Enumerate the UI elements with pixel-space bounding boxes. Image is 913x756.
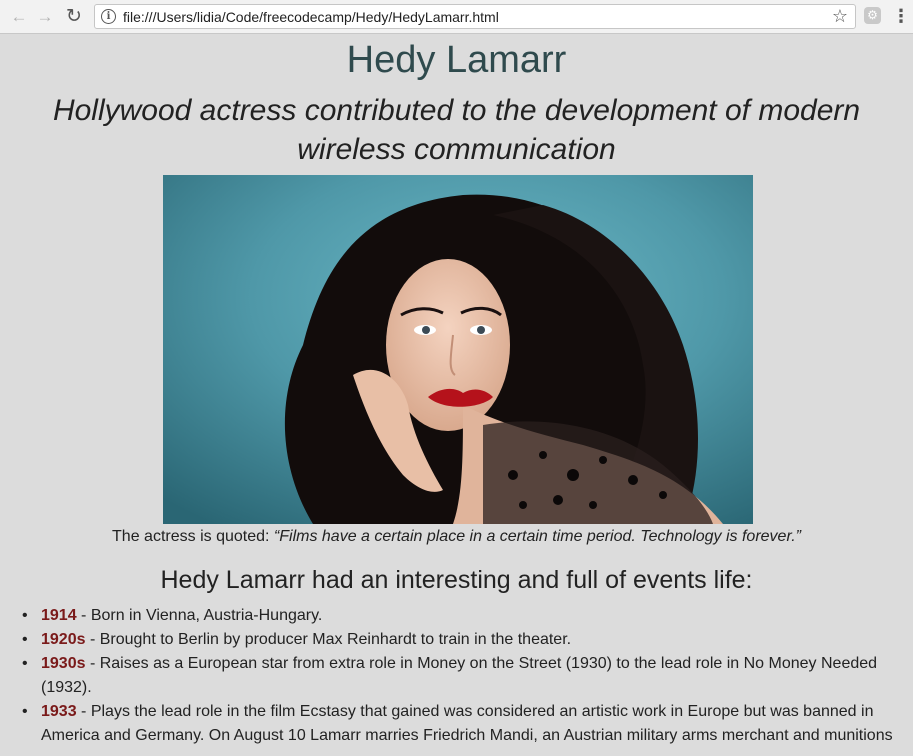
- timeline-year: 1914: [41, 607, 77, 624]
- caption-quote: “Films have a certain place in a certain…: [273, 528, 801, 545]
- hedy-lamarr-portrait: [163, 175, 753, 524]
- timeline-list: 1914 - Born in Vienna, Austria-Hungary. …: [0, 604, 913, 748]
- timeline-year: 1933: [41, 703, 77, 720]
- info-icon[interactable]: i: [101, 9, 116, 24]
- timeline-year: 1920s: [41, 631, 86, 648]
- timeline-text: - Brought to Berlin by producer Max Rein…: [85, 631, 572, 648]
- timeline-text: - Plays the lead role in the film Ecstas…: [41, 703, 893, 744]
- address-bar[interactable]: i file:///Users/lidia/Code/freecodecamp/…: [94, 4, 856, 29]
- list-item: 1914 - Born in Vienna, Austria-Hungary.: [22, 604, 913, 628]
- timeline-heading: Hedy Lamarr had an interesting and full …: [160, 566, 753, 594]
- timeline-text: - Born in Vienna, Austria-Hungary.: [76, 607, 323, 624]
- list-item: 1930s - Raises as a European star from e…: [22, 652, 913, 700]
- photo-caption: The actress is quoted: “Films have a cer…: [0, 528, 913, 546]
- page-title: Hedy Lamarr: [346, 39, 567, 81]
- timeline-year: 1930s: [41, 655, 86, 672]
- forward-arrow-icon[interactable]: →: [34, 6, 56, 28]
- reload-icon[interactable]: ↻: [63, 6, 85, 28]
- list-item: 1920s - Brought to Berlin by producer Ma…: [22, 628, 913, 652]
- browser-toolbar: ← → ↻ i file:///Users/lidia/Code/freecod…: [0, 0, 913, 34]
- page-subtitle: Hollywood actress contributed to the dev…: [52, 94, 861, 166]
- page-content: Hedy Lamarr Hollywood actress contribute…: [0, 34, 913, 756]
- bookmark-star-icon[interactable]: ☆: [832, 6, 848, 27]
- menu-dots-icon[interactable]: ⋮: [892, 7, 910, 25]
- timeline-text: - Raises as a European star from extra r…: [41, 655, 878, 696]
- caption-prefix: The actress is quoted:: [112, 528, 270, 545]
- extension-icon[interactable]: ⚙: [864, 7, 881, 24]
- url-text[interactable]: file:///Users/lidia/Code/freecodecamp/He…: [123, 9, 499, 25]
- list-item: 1933 - Plays the lead role in the film E…: [22, 700, 913, 748]
- back-arrow-icon[interactable]: ←: [8, 6, 30, 28]
